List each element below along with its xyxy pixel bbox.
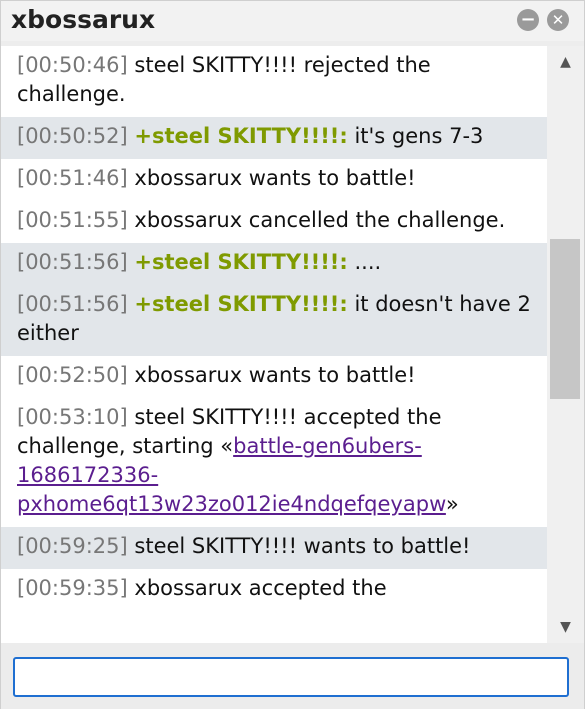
message-log[interactable]: [00:50:46] steel SKITTY!!!! rejected the… — [1, 46, 547, 643]
close-icon[interactable]: ✕ — [547, 9, 569, 31]
input-bar — [1, 643, 584, 709]
message-text: it's gens 7-3 — [354, 124, 484, 148]
message-text: steel SKITTY!!!! wants to battle! — [134, 534, 471, 558]
minimize-icon[interactable]: − — [517, 9, 539, 31]
scroll-down-icon[interactable]: ▼ — [547, 615, 584, 639]
message-timestamp: [00:51:46] — [17, 166, 128, 190]
chat-message: [00:51:55] xbossarux cancelled the chall… — [1, 201, 547, 243]
message-timestamp: [00:52:50] — [17, 363, 128, 387]
chat-message: [00:52:50] xbossarux wants to battle! — [1, 356, 547, 398]
message-text: xbossarux wants to battle! — [134, 166, 416, 190]
chat-message: [00:51:56] +steel SKITTY!!!!: it doesn't… — [1, 285, 547, 356]
message-timestamp: [00:51:55] — [17, 208, 128, 232]
message-username[interactable]: +steel SKITTY!!!!: — [134, 250, 347, 274]
chat-message: [00:59:35] xbossarux accepted the — [1, 569, 547, 611]
message-text: .... — [354, 250, 382, 274]
scroll-up-icon[interactable]: ▲ — [547, 50, 584, 74]
chat-message: [00:50:52] +steel SKITTY!!!!: it's gens … — [1, 117, 547, 159]
chat-window: xbossarux − ✕ [00:50:46] steel SKITTY!!!… — [0, 0, 585, 709]
scrollbar-thumb[interactable] — [550, 239, 580, 399]
title-bar: xbossarux − ✕ — [1, 1, 584, 41]
chat-message: [00:59:25] steel SKITTY!!!! wants to bat… — [1, 527, 547, 569]
message-timestamp: [00:53:10] — [17, 405, 128, 429]
message-timestamp: [00:51:56] — [17, 250, 128, 274]
message-timestamp: [00:50:46] — [17, 53, 128, 77]
message-timestamp: [00:50:52] — [17, 124, 128, 148]
chat-message: [00:53:10] steel SKITTY!!!! accepted the… — [1, 398, 547, 527]
scrollbar[interactable]: ▲ ▼ — [547, 46, 584, 643]
message-timestamp: [00:59:25] — [17, 534, 128, 558]
message-text-suffix: » — [445, 492, 459, 516]
message-text: xbossarux wants to battle! — [134, 363, 416, 387]
chat-message: [00:50:46] steel SKITTY!!!! rejected the… — [1, 46, 547, 117]
chat-message: [00:51:46] xbossarux wants to battle! — [1, 159, 547, 201]
message-timestamp: [00:59:35] — [17, 576, 128, 600]
chat-input[interactable] — [13, 657, 569, 697]
message-username[interactable]: +steel SKITTY!!!!: — [134, 124, 347, 148]
chat-message: [00:51:56] +steel SKITTY!!!!: .... — [1, 243, 547, 285]
message-timestamp: [00:51:56] — [17, 292, 128, 316]
message-text: xbossarux cancelled the challenge. — [134, 208, 506, 232]
message-username[interactable]: +steel SKITTY!!!!: — [134, 292, 347, 316]
window-title: xbossarux — [11, 5, 156, 34]
message-text: xbossarux accepted the — [134, 576, 387, 600]
